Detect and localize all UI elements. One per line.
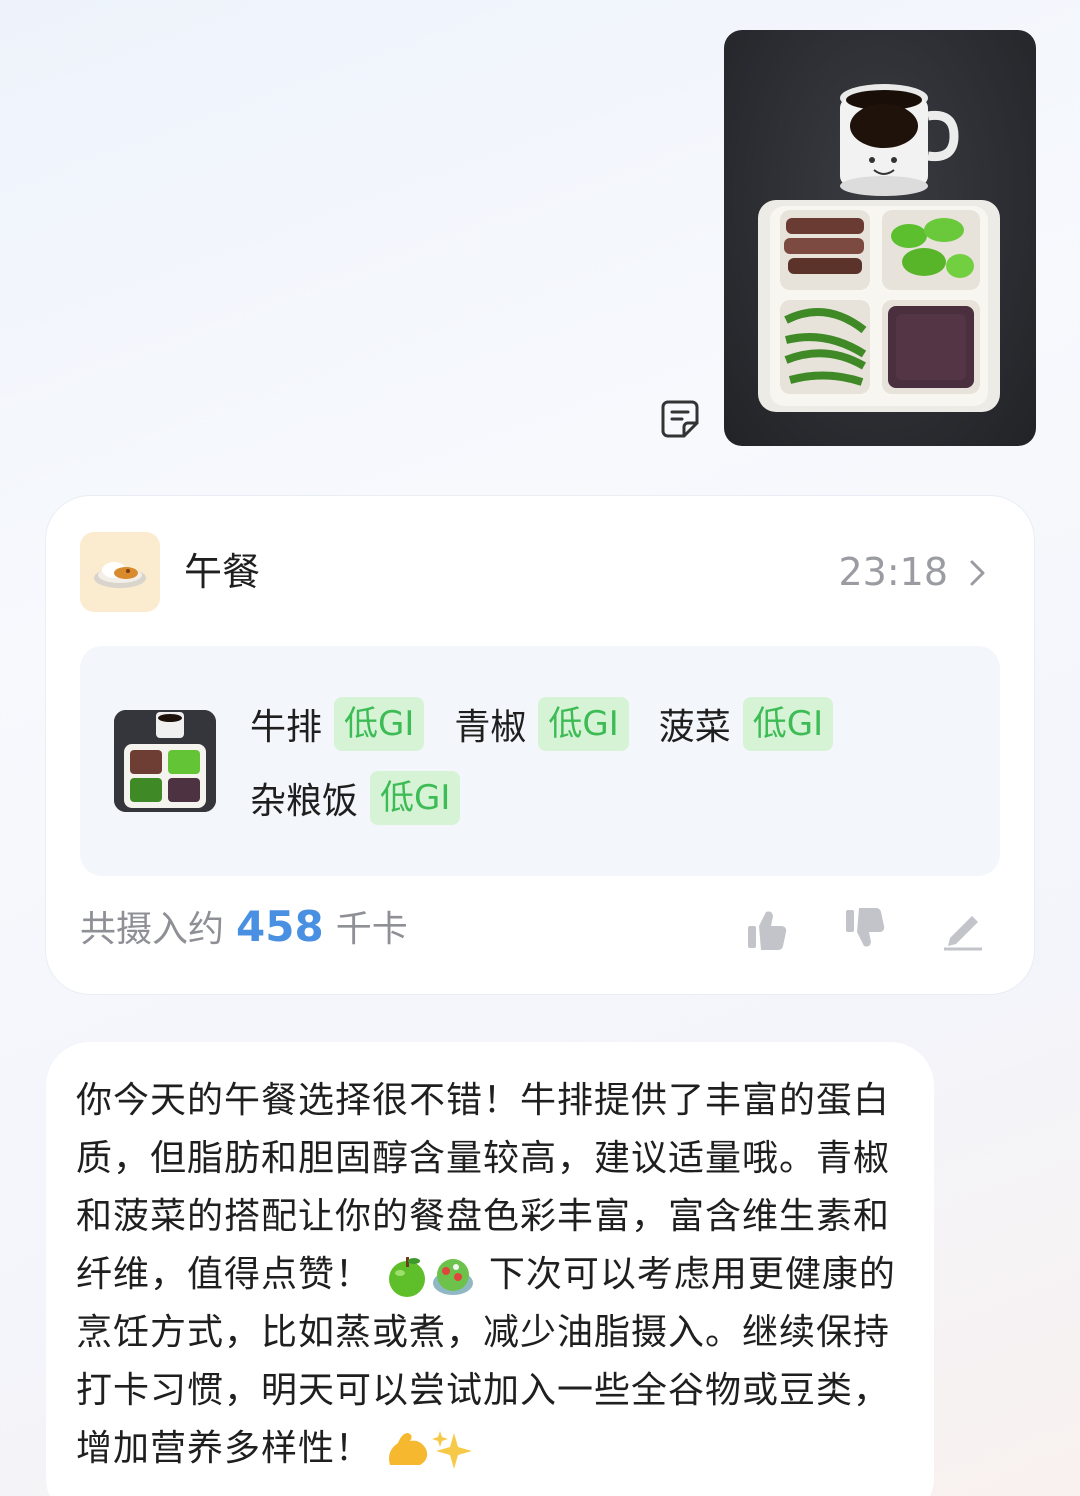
food-photo-thumbnail (114, 710, 216, 812)
sparkles-emoji (432, 1431, 473, 1469)
thumbs-up-icon[interactable] (744, 906, 790, 952)
calorie-intake: 共摄入约 458 千卡 (80, 900, 408, 952)
food-item: 青椒 低GI (454, 696, 629, 752)
gi-badge: 低GI (538, 697, 629, 751)
intake-unit: 千卡 (335, 909, 408, 950)
food-name: 菠菜 (658, 707, 731, 748)
reply-text: 你今天的午餐选择很不错！牛排提供了丰富的蛋白质，但脂肪和胆固醇含量较高，建议适量… (76, 1072, 906, 1478)
food-list: 牛排 低GI 青椒 低GI 菠菜 低GI 杂粮饭 低GI (250, 696, 970, 826)
note-icon[interactable] (660, 398, 700, 440)
meal-photo-image (758, 84, 1000, 412)
food-name: 杂粮饭 (250, 781, 359, 822)
gi-badge: 低GI (742, 697, 834, 751)
gi-badge: 低GI (334, 697, 425, 751)
meal-card[interactable]: 午餐 23:18 牛排 低GI 青椒 低GI 菠菜 低GI 杂粮饭 低GI 共摄… (46, 496, 1034, 994)
ai-reply-bubble: 你今天的午餐选择很不错！牛排提供了丰富的蛋白质，但脂肪和胆固醇含量较高，建议适量… (46, 1042, 934, 1496)
food-items-panel[interactable]: 牛排 低GI 青椒 低GI 菠菜 低GI 杂粮饭 低GI (80, 646, 1000, 876)
chevron-right-icon[interactable] (968, 558, 988, 588)
meal-title: 午餐 (184, 550, 261, 594)
food-item: 牛排 低GI (250, 696, 425, 752)
meal-photo[interactable] (724, 30, 1036, 446)
food-item: 菠菜 低GI (658, 696, 834, 752)
intake-value: 458 (236, 902, 324, 951)
rice-plate-icon (94, 562, 146, 588)
meal-time: 23:18 (838, 550, 948, 594)
flexed-biceps-emoji (389, 1433, 428, 1465)
gi-badge: 低GI (370, 771, 461, 825)
pencil-icon[interactable] (940, 906, 986, 952)
food-name: 青椒 (454, 707, 527, 748)
salad-emoji (433, 1259, 474, 1295)
food-name: 牛排 (250, 707, 323, 748)
intake-prefix: 共摄入约 (80, 909, 225, 950)
meal-type-thumbnail (80, 532, 160, 612)
thumbs-down-icon[interactable] (842, 906, 888, 952)
green-apple-emoji (389, 1257, 426, 1297)
food-item: 杂粮饭 低GI (250, 770, 461, 826)
